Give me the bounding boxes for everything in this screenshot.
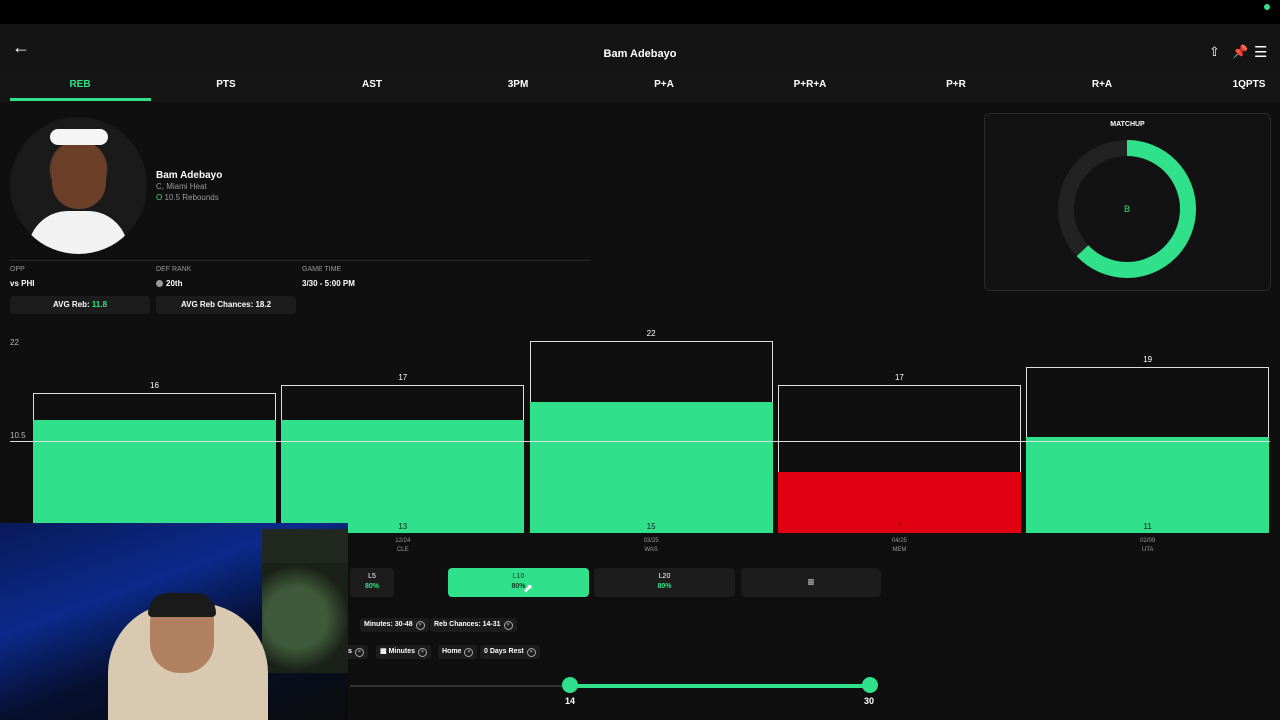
chip-rest[interactable]: 0 Days Rest × (480, 645, 540, 659)
slider-max-handle[interactable] (862, 677, 878, 693)
filter-l20-pct: 80% (657, 583, 672, 590)
chip-minutes[interactable]: ▩ Minutes × (376, 645, 432, 659)
filter-l5-label: L5 (368, 573, 376, 580)
tab-3pm[interactable]: 3PM (448, 79, 588, 90)
slider-max-label: 30 (864, 696, 875, 706)
window-topbar (0, 0, 1280, 24)
chip-home-label: Home (442, 648, 462, 655)
tab-reb[interactable]: REB (10, 79, 150, 90)
bar-fill (281, 419, 525, 533)
chip-minutes-range-label: Minutes: 30-48 (364, 621, 413, 628)
tab-p-r[interactable]: P+R (886, 79, 1026, 90)
matchup-card: MATCHUP B (984, 113, 1271, 291)
bar-top-label: 16 (150, 381, 159, 391)
def-rank-text: 20th (166, 279, 183, 288)
chip-close-icon[interactable]: × (526, 648, 536, 657)
chip-reb-chances-label: Reb Chances: 14-31 (434, 621, 501, 628)
bar-date-label: 03/25 WAS (643, 538, 659, 553)
player-team: C, Miami Heat (156, 182, 207, 191)
opp-value: vs PHI (10, 279, 35, 288)
def-rank-value: 20th (156, 279, 182, 288)
tab-pts[interactable]: PTS (156, 79, 296, 90)
filter-l10[interactable]: L10 80% (448, 568, 589, 597)
tab-ast[interactable]: AST (302, 79, 442, 90)
bar-value-label: 11 (1143, 522, 1152, 531)
active-tab-indicator (10, 98, 151, 101)
divider (10, 260, 590, 261)
tab-p-r-a[interactable]: P+R+A (740, 79, 880, 90)
bar-value-label: 7 (897, 522, 902, 531)
line-value-label: 10.5 (10, 431, 26, 440)
prop-line (10, 441, 1270, 443)
tab-1qpts[interactable]: 1QPTS (1179, 79, 1280, 90)
chip-minutes-range[interactable]: Minutes: 30-48 × (360, 618, 429, 632)
slider-min-handle[interactable] (562, 677, 578, 693)
filter-l20-label: L20 (658, 573, 671, 580)
player-line: O 10.5 Rebounds (156, 193, 219, 202)
tab-r-a[interactable]: R+A (1032, 79, 1172, 90)
bar-fill (1026, 437, 1270, 533)
tab-p-a[interactable]: P+A (594, 79, 734, 90)
game-time-label: GAME TIME (302, 266, 342, 273)
matchup-grade: B (1124, 204, 1130, 214)
bar-top-label: 22 (646, 329, 656, 338)
bar-date-label: 02/09 UTA (1140, 538, 1156, 553)
chip-reb-chances[interactable]: Reb Chances: 14-31 × (430, 618, 517, 632)
line-text: 10.5 Rebounds (164, 193, 219, 202)
filter-l10-label: L10 (512, 573, 525, 580)
chip-close-icon[interactable]: × (415, 621, 425, 630)
avg-reb-label: AVG Reb: (52, 300, 90, 309)
bar-top-label: 17 (398, 372, 408, 382)
chip-rest-label: 0 Days Rest (484, 648, 524, 655)
chip-close-icon[interactable]: × (418, 648, 428, 657)
chip-close-icon[interactable]: × (464, 648, 474, 657)
filter-l10-pct: 80% (511, 583, 526, 590)
sliders-icon[interactable]: ≡ (741, 568, 881, 597)
bar-top-label: 19 (1143, 355, 1153, 365)
def-rank-label: DEF RANK (156, 266, 192, 273)
over-marker: O (156, 193, 163, 202)
slider-range (570, 684, 870, 688)
chip-minutes-label: Minutes (388, 648, 416, 655)
chip-close-icon[interactable]: × (354, 648, 364, 657)
slider-min-label: 14 (565, 696, 576, 706)
pin-icon[interactable]: 📌 (1232, 44, 1248, 60)
chip-partial-label: s (348, 648, 352, 655)
chip-home[interactable]: Home × (438, 645, 478, 659)
header-bar (0, 24, 1280, 70)
bar-fill (33, 419, 276, 533)
avg-reb-value: 11.8 (91, 300, 108, 309)
webcam-overlay (0, 523, 348, 720)
matchup-donut: B (1058, 140, 1196, 278)
bar-value-label: 15 (646, 522, 656, 531)
status-dot (1264, 4, 1270, 10)
filter-l20[interactable]: L20 80% (594, 568, 735, 597)
mouse-cursor-icon: ⬈ (523, 581, 534, 595)
bar-top-label: 17 (894, 372, 904, 382)
game-time-value: 3/30 - 5:00 PM (302, 279, 355, 288)
rank-dot-icon (156, 280, 163, 287)
player-avatar (10, 117, 147, 254)
share-icon[interactable]: ⇧ (1209, 44, 1220, 60)
chart-icon: ▩ (380, 648, 389, 655)
avg-chances-pill: AVG Reb Chances: 18.2 (156, 296, 296, 314)
opp-label: OPP (10, 266, 25, 273)
menu-icon[interactable]: ☰ (1254, 43, 1267, 61)
y-max-label: 22 (10, 338, 19, 347)
bar-date-label: 04/25 MEM (891, 538, 907, 553)
page-title: Bam Adebayo (603, 48, 677, 60)
player-name: Bam Adebayo (156, 170, 223, 181)
chip-close-icon[interactable]: × (503, 621, 513, 630)
bar-fill (529, 402, 773, 533)
avg-reb-pill: AVG Reb: 11.8 (10, 296, 150, 314)
filter-l5-pct: 80% (364, 583, 379, 590)
filter-l5[interactable]: L5 80% (350, 568, 394, 597)
